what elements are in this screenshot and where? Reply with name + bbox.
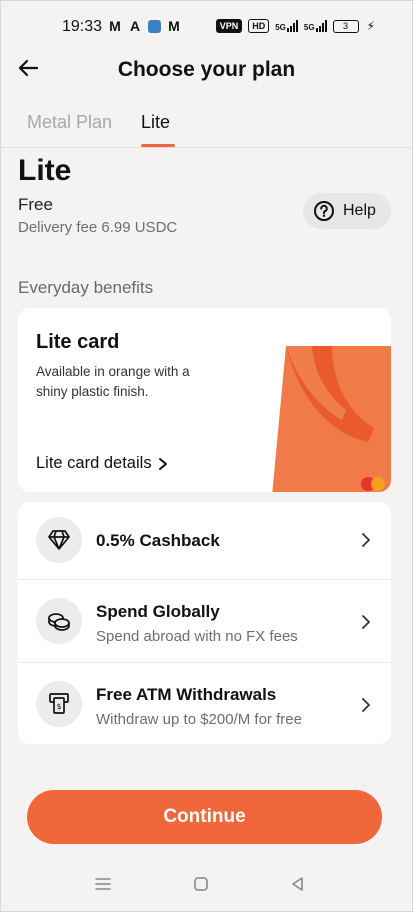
section-title-everyday-benefits: Everyday benefits <box>18 278 154 297</box>
network-5g-2: 5G <box>304 20 327 32</box>
help-label: Help <box>343 202 376 219</box>
vpn-badge: VPN <box>215 19 243 33</box>
benefit-row-cashback[interactable]: 0.5% Cashback <box>18 502 391 579</box>
coins-icon <box>36 598 82 644</box>
chevron-right-icon <box>362 698 370 712</box>
plan-name: Lite <box>18 154 72 187</box>
card-details-link[interactable]: Lite card details <box>36 454 168 473</box>
hd-badge: HD <box>248 19 270 33</box>
diamond-icon <box>36 517 82 563</box>
status-time: 19:33 <box>62 18 103 35</box>
svg-text:$: $ <box>56 702 61 711</box>
chevron-right-icon <box>362 533 370 547</box>
battery-icon: 3 <box>332 19 359 33</box>
card-details-label: Lite card details <box>36 454 152 472</box>
benefit-title: Free ATM Withdrawals <box>96 685 277 704</box>
atm-icon: $ <box>36 681 82 727</box>
card-description: Available in orange with a shiny plastic… <box>36 364 190 399</box>
page-title: Choose your plan <box>117 58 296 81</box>
lite-card-image <box>272 346 391 492</box>
system-nav-bar <box>0 860 413 912</box>
chevron-right-icon <box>158 457 167 470</box>
status-indicators: VPN HD 5G 5G 3 ⚡ <box>215 19 375 33</box>
chevron-right-icon <box>362 615 370 629</box>
menu-icon[interactable] <box>93 874 113 894</box>
benefit-title: Spend Globally <box>96 602 220 621</box>
tab-lite[interactable]: Lite <box>141 112 170 133</box>
tab-metal-plan[interactable]: Metal Plan <box>27 112 112 133</box>
benefit-row-spend-globally[interactable]: Spend Globally Spend abroad with no FX f… <box>18 579 391 662</box>
status-bar: 19:33 M A M VPN HD 5G 5G 3 ⚡ <box>0 0 413 44</box>
plan-price: Free <box>18 195 53 214</box>
delivery-fee: Delivery fee 6.99 USDC <box>18 219 178 236</box>
app-icon-m2: M <box>168 18 180 34</box>
benefit-row-atm[interactable]: $ Free ATM Withdrawals Withdraw up to $2… <box>18 662 391 744</box>
benefits-list: 0.5% Cashback Spend Globally Spend abroa… <box>18 502 391 744</box>
app-icon-m: M <box>109 18 121 34</box>
signal-icon <box>286 20 298 32</box>
help-button[interactable]: Help <box>303 193 391 229</box>
benefit-subtitle: Withdraw up to $200/M for free <box>96 711 302 728</box>
back-nav-icon[interactable] <box>288 874 308 894</box>
status-app-icons: M A M <box>108 18 181 34</box>
signal-icon-2 <box>315 20 327 32</box>
plan-tabs: Metal Plan Lite <box>0 108 413 148</box>
lite-card-panel: Lite card Available in orange with a shi… <box>18 308 391 492</box>
help-icon <box>314 201 334 221</box>
charging-icon: ⚡ <box>366 19 375 33</box>
app-icon-square <box>148 20 161 33</box>
app-icon-a: A <box>129 18 141 34</box>
benefit-title: 0.5% Cashback <box>96 531 220 550</box>
continue-button[interactable]: Continue <box>27 790 382 844</box>
network-5g-1: 5G <box>275 20 298 32</box>
home-icon[interactable] <box>191 874 211 894</box>
benefit-subtitle: Spend abroad with no FX fees <box>96 628 298 645</box>
active-tab-indicator <box>141 144 175 147</box>
card-title: Lite card <box>36 331 120 353</box>
